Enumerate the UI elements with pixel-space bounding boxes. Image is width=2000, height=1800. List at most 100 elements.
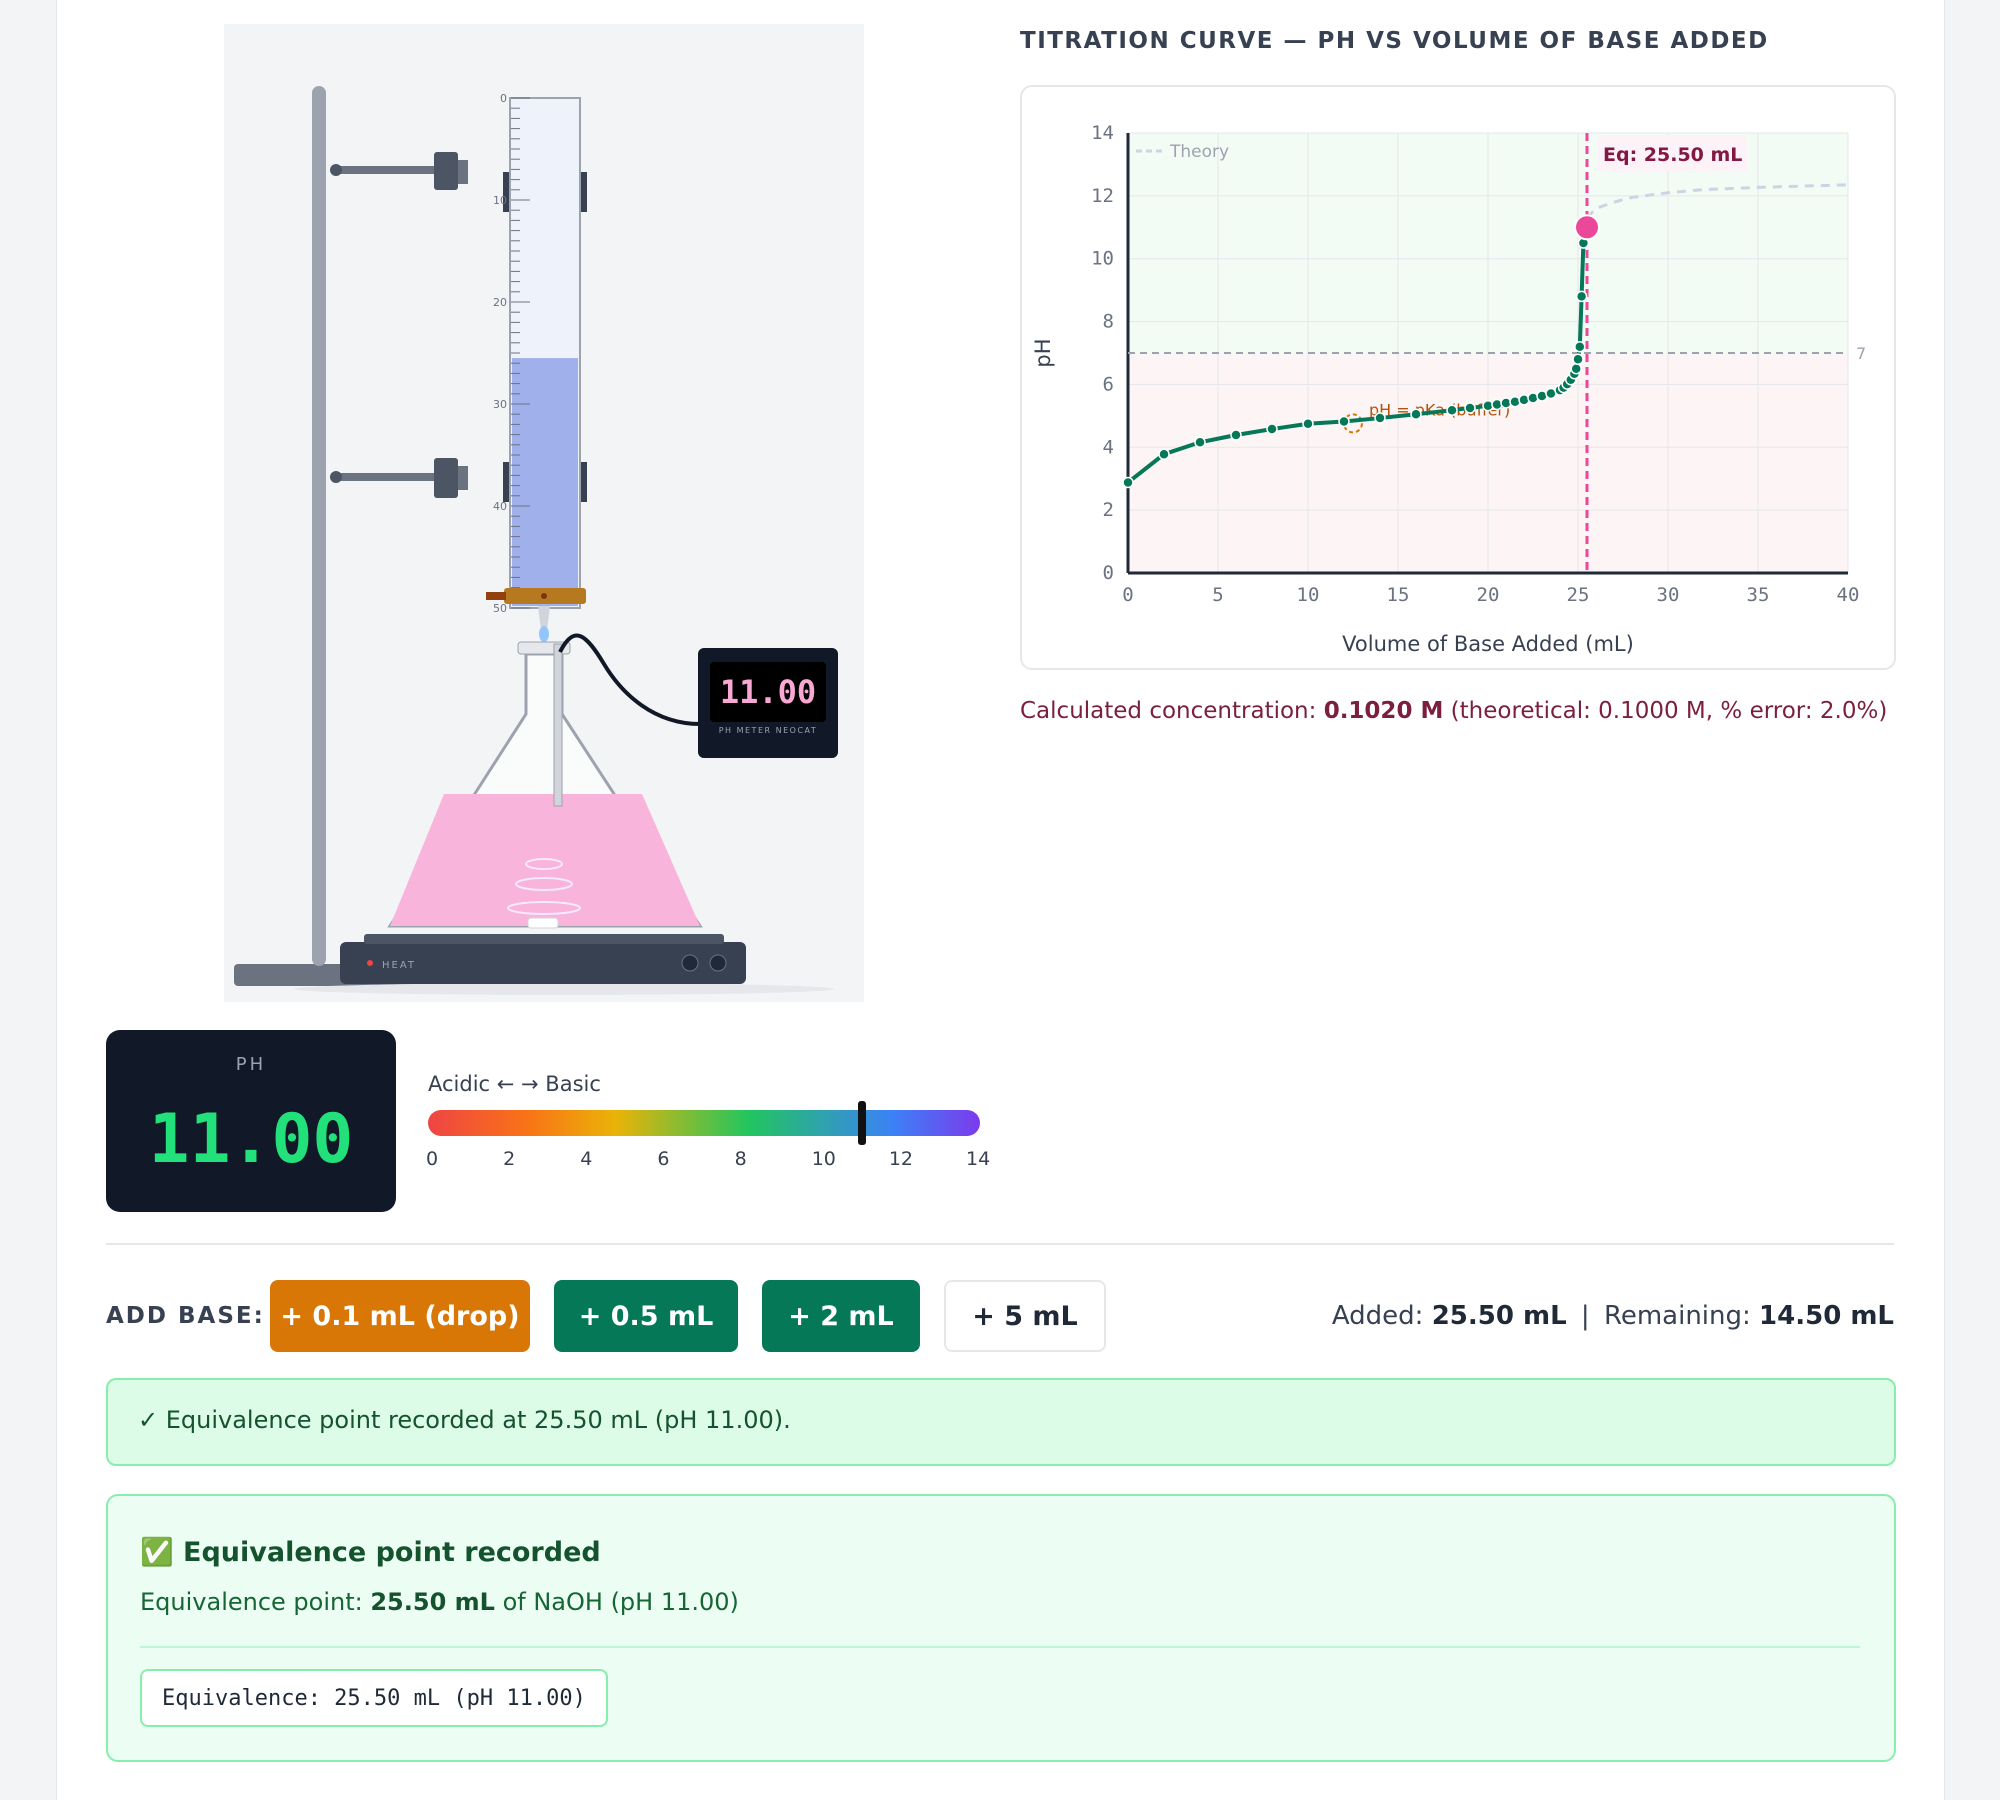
hotplate-label: HEAT — [382, 960, 416, 971]
chart-container: 0 5 10 15 20 25 30 35 40 0 2 4 6 8 10 12 14 7 Theory Eq: 25… — [1020, 85, 1896, 670]
meter-label: PH METER NEOCAT — [719, 726, 818, 735]
y-tick-label: 12 — [1091, 185, 1114, 207]
apparatus-svg: 0 10 20 30 40 50 11.00 PH METER NEOCAT HEAT — [234, 86, 838, 995]
y-tick-label: 10 — [1091, 248, 1114, 270]
burette-tick-label: 0 — [500, 92, 507, 105]
y-tick-label: 2 — [1103, 499, 1114, 521]
probe-cable — [558, 633, 701, 726]
legend-label: Theory — [1169, 142, 1229, 162]
equivalence-point — [1574, 214, 1600, 241]
result-code: Equivalence: 25.50 mL (pH 11.00) — [140, 1669, 608, 1727]
y-axis-label: pH — [1031, 338, 1055, 367]
data-point — [1266, 423, 1278, 435]
data-point — [1302, 417, 1314, 430]
ph-scale-bar — [428, 1110, 980, 1136]
alert-text: ✓ Equivalence point recorded at 25.50 mL… — [138, 1406, 791, 1434]
data-point — [1374, 412, 1386, 424]
calc-suffix: (theoretical: 0.1000 M, % error: 2.0%) — [1450, 698, 1888, 724]
data-point — [1464, 402, 1476, 414]
add-base-label: ADD BASE: — [106, 1303, 265, 1329]
result-line-suffix: of NaOH (pH 11.00) — [502, 1588, 739, 1616]
burette-tick-label: 40 — [493, 500, 507, 513]
calc-value: 0.1020 M — [1323, 698, 1444, 724]
add-2ml-button[interactable]: + 2 mL — [762, 1280, 920, 1352]
data-point — [1410, 408, 1422, 421]
ph-scale-tick: 10 — [811, 1148, 836, 1170]
calculated-concentration: Calculated concentration: 0.1020 M (theo… — [1020, 698, 1887, 724]
neutral-line-label: 7 — [1856, 344, 1866, 363]
drop — [539, 626, 549, 642]
add-drop-button[interactable]: + 0.1 mL (drop) — [270, 1280, 530, 1352]
result-title: ✅ Equivalence point recorded — [140, 1537, 601, 1568]
x-tick-label: 15 — [1387, 584, 1410, 606]
burette-tick-label: 20 — [493, 296, 507, 309]
equivalence-result-card: ✅ Equivalence point recorded Equivalence… — [106, 1494, 1896, 1762]
heat-knob[interactable] — [681, 954, 699, 972]
burette-liquid — [512, 358, 578, 606]
y-tick-label: 0 — [1103, 562, 1114, 584]
heat-indicator-icon — [367, 960, 373, 966]
x-tick-label: 25 — [1567, 584, 1590, 606]
ph-scale-tick: 8 — [734, 1148, 747, 1170]
added-label: Added: — [1331, 1301, 1424, 1331]
equivalence-label: Eq: 25.50 mL — [1603, 144, 1742, 166]
data-point — [1230, 429, 1242, 441]
x-tick-label: 0 — [1122, 584, 1133, 606]
result-divider — [140, 1646, 1860, 1648]
x-tick-label: 20 — [1477, 584, 1500, 606]
ph-scale-tick: 14 — [966, 1148, 991, 1170]
data-point — [1158, 448, 1170, 460]
ph-value: 11.00 — [148, 1100, 354, 1179]
remaining-value: 14.50 mL — [1759, 1301, 1894, 1331]
burette: 0 10 20 30 40 50 — [493, 92, 587, 615]
ph-scale-tick: 12 — [888, 1148, 914, 1170]
data-point — [1575, 290, 1588, 303]
volume-status: Added: 25.50 mL | Remaining: 14.50 mL — [1332, 1301, 1894, 1331]
lower-clamp[interactable] — [330, 458, 468, 498]
x-tick-label: 35 — [1747, 584, 1770, 606]
calc-prefix: Calculated concentration: — [1020, 698, 1317, 724]
result-line-value: 25.50 mL — [370, 1588, 495, 1616]
data-point — [1338, 415, 1350, 428]
stand-rod — [312, 86, 326, 966]
added-value: 25.50 mL — [1431, 1301, 1567, 1331]
ph-scale-tick: 2 — [503, 1148, 516, 1170]
add-0-5ml-button[interactable]: + 0.5 mL — [554, 1280, 738, 1352]
burette-tick-label: 30 — [493, 398, 507, 411]
data-point — [1194, 436, 1206, 449]
ph-meter: 11.00 PH METER NEOCAT — [698, 648, 838, 758]
section-divider — [106, 1243, 1894, 1245]
ph-label: PH — [235, 1054, 267, 1075]
data-point — [1122, 476, 1134, 489]
burette-tick-label: 50 — [493, 602, 507, 615]
data-point — [1446, 404, 1458, 416]
y-tick-label: 14 — [1091, 122, 1114, 144]
result-line-prefix: Equivalence point: — [140, 1588, 363, 1616]
remaining-label: Remaining: — [1603, 1301, 1751, 1331]
y-tick-label: 4 — [1103, 436, 1114, 458]
data-point — [1574, 340, 1586, 353]
y-tick-label: 8 — [1103, 311, 1114, 333]
meter-reading: 11.00 — [720, 673, 816, 711]
burette-tick-label: 10 — [493, 194, 507, 207]
y-tick-label: 6 — [1103, 373, 1114, 395]
x-axis-label: Volume of Base Added (mL) — [1342, 632, 1634, 656]
x-tick-label: 40 — [1837, 584, 1860, 606]
ph-scale-label: Acidic ← → Basic — [428, 1072, 601, 1096]
data-point — [1572, 353, 1584, 366]
x-tick-label: 30 — [1657, 584, 1680, 606]
titration-apparatus: 0 10 20 30 40 50 11.00 PH METER NEOCAT H… — [224, 24, 864, 1002]
ph-scale-marker — [857, 1101, 866, 1145]
ph-scale-tick: 0 — [426, 1148, 439, 1170]
upper-clamp[interactable] — [330, 152, 468, 190]
status-separator: | — [1580, 1301, 1590, 1331]
data-point — [1570, 362, 1582, 375]
ph-display: PH 11.00 — [106, 1030, 396, 1212]
stir-knob[interactable] — [709, 954, 727, 972]
ph-probe — [553, 643, 563, 807]
ph-scale-tick: 6 — [657, 1148, 670, 1170]
chart-title: TITRATION CURVE — PH VS VOLUME OF BASE A… — [1020, 28, 1769, 54]
result-line: Equivalence point: 25.50 mL of NaOH (pH … — [140, 1588, 739, 1616]
add-5ml-button[interactable]: + 5 mL — [944, 1280, 1106, 1352]
x-tick-label: 5 — [1212, 584, 1223, 606]
